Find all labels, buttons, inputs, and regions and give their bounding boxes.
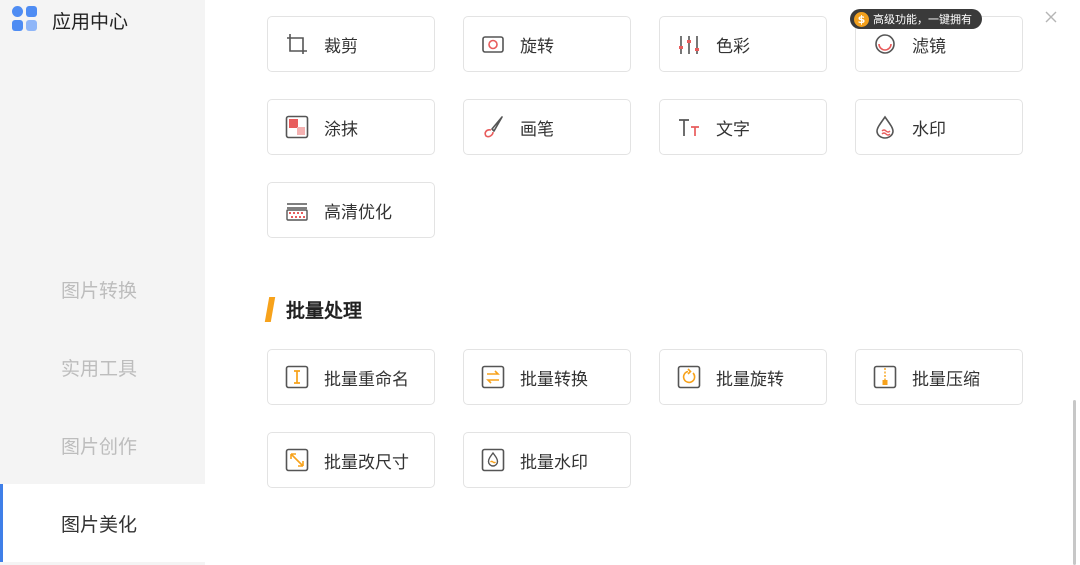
batch-convert-icon xyxy=(480,364,506,390)
tool-tile-batch-watermark[interactable]: 批量水印 xyxy=(463,432,631,488)
hd-enhance-icon xyxy=(284,197,310,223)
tool-label: 滤镜 xyxy=(912,36,946,57)
tool-label: 涂抹 xyxy=(324,119,358,140)
rotate-icon xyxy=(480,31,506,57)
sidebar-item-image-beautify[interactable]: 图片美化 xyxy=(0,484,205,562)
tool-label: 批量水印 xyxy=(520,452,588,473)
batch-rotate-icon xyxy=(676,364,702,390)
sidebar-item-label: 图片美化 xyxy=(61,513,138,536)
sidebar-item-image-convert[interactable]: 图片转换 xyxy=(0,250,205,328)
tool-label: 色彩 xyxy=(716,36,750,57)
tool-label: 高清优化 xyxy=(324,202,392,223)
app-logo-icon xyxy=(12,6,40,34)
batch-resize-icon xyxy=(284,447,310,473)
tool-label: 批量重命名 xyxy=(324,369,409,390)
color-adjust-icon xyxy=(676,31,702,57)
scrollbar-thumb[interactable] xyxy=(1073,400,1076,565)
tool-tile-batch-convert[interactable]: 批量转换 xyxy=(463,349,631,405)
batch-rename-icon xyxy=(284,364,310,390)
tool-tile-brush[interactable]: 画笔 xyxy=(463,99,631,155)
tool-label: 裁剪 xyxy=(324,36,358,57)
tool-label: 批量转换 xyxy=(520,369,588,390)
sidebar-item-label: 图片转换 xyxy=(61,279,138,302)
tool-tile-color[interactable]: 色彩 xyxy=(659,16,827,72)
watermark-icon xyxy=(872,114,898,140)
tool-tile-crop[interactable]: 裁剪 xyxy=(267,16,435,72)
coin-icon: $ xyxy=(854,11,869,27)
section-title-batch: 批量处理 xyxy=(264,296,363,323)
tool-tile-rotate[interactable]: 旋转 xyxy=(463,16,631,72)
text-icon xyxy=(676,114,702,140)
app-title: 应用中心 xyxy=(52,10,129,33)
tool-label: 画笔 xyxy=(520,119,554,140)
batch-watermark-icon xyxy=(480,447,506,473)
premium-badge-text: 高级功能，一键拥有 xyxy=(873,13,972,26)
tool-label: 批量旋转 xyxy=(716,369,784,390)
sidebar-item-label: 实用工具 xyxy=(61,357,138,380)
close-icon xyxy=(1045,11,1057,23)
tool-tile-batch-resize[interactable]: 批量改尺寸 xyxy=(267,432,435,488)
sidebar-item-label: 图片创作 xyxy=(61,435,138,458)
tool-tile-batch-rename[interactable]: 批量重命名 xyxy=(267,349,435,405)
tool-tile-watermark[interactable]: 水印 xyxy=(855,99,1023,155)
brush-icon xyxy=(480,114,506,140)
sidebar-nav: 图片转换 实用工具 图片创作 图片美化 xyxy=(0,250,205,562)
tool-label: 水印 xyxy=(912,119,946,140)
tool-tile-smudge[interactable]: 涂抹 xyxy=(267,99,435,155)
tool-tile-batch-compress[interactable]: 批量压缩 xyxy=(855,349,1023,405)
tool-label: 批量压缩 xyxy=(912,369,980,390)
batch-compress-icon xyxy=(872,364,898,390)
mosaic-icon xyxy=(284,114,310,140)
sidebar-item-image-creation[interactable]: 图片创作 xyxy=(0,406,205,484)
main-content: 裁剪 旋转 色彩 滤镜 涂抹 画笔 文字 水印 高清优化 批量处理 批量重命名 … xyxy=(205,0,1080,565)
tool-label: 文字 xyxy=(716,119,750,140)
premium-badge[interactable]: $ 高级功能，一键拥有 xyxy=(850,9,982,29)
tool-tile-batch-rotate[interactable]: 批量旋转 xyxy=(659,349,827,405)
app-header: 应用中心 xyxy=(12,5,128,35)
close-button[interactable] xyxy=(1043,9,1059,25)
section-heading: 批量处理 xyxy=(286,300,363,322)
tool-tile-hd-enhance[interactable]: 高清优化 xyxy=(267,182,435,238)
section-accent-bar xyxy=(264,297,276,322)
tool-tile-text[interactable]: 文字 xyxy=(659,99,827,155)
tool-label: 旋转 xyxy=(520,36,554,57)
filter-icon xyxy=(872,31,898,57)
scrollbar[interactable] xyxy=(1067,0,1080,565)
crop-icon xyxy=(284,31,310,57)
tool-label: 批量改尺寸 xyxy=(324,452,409,473)
sidebar: 应用中心 图片转换 实用工具 图片创作 图片美化 xyxy=(0,0,205,565)
sidebar-item-utility-tools[interactable]: 实用工具 xyxy=(0,328,205,406)
